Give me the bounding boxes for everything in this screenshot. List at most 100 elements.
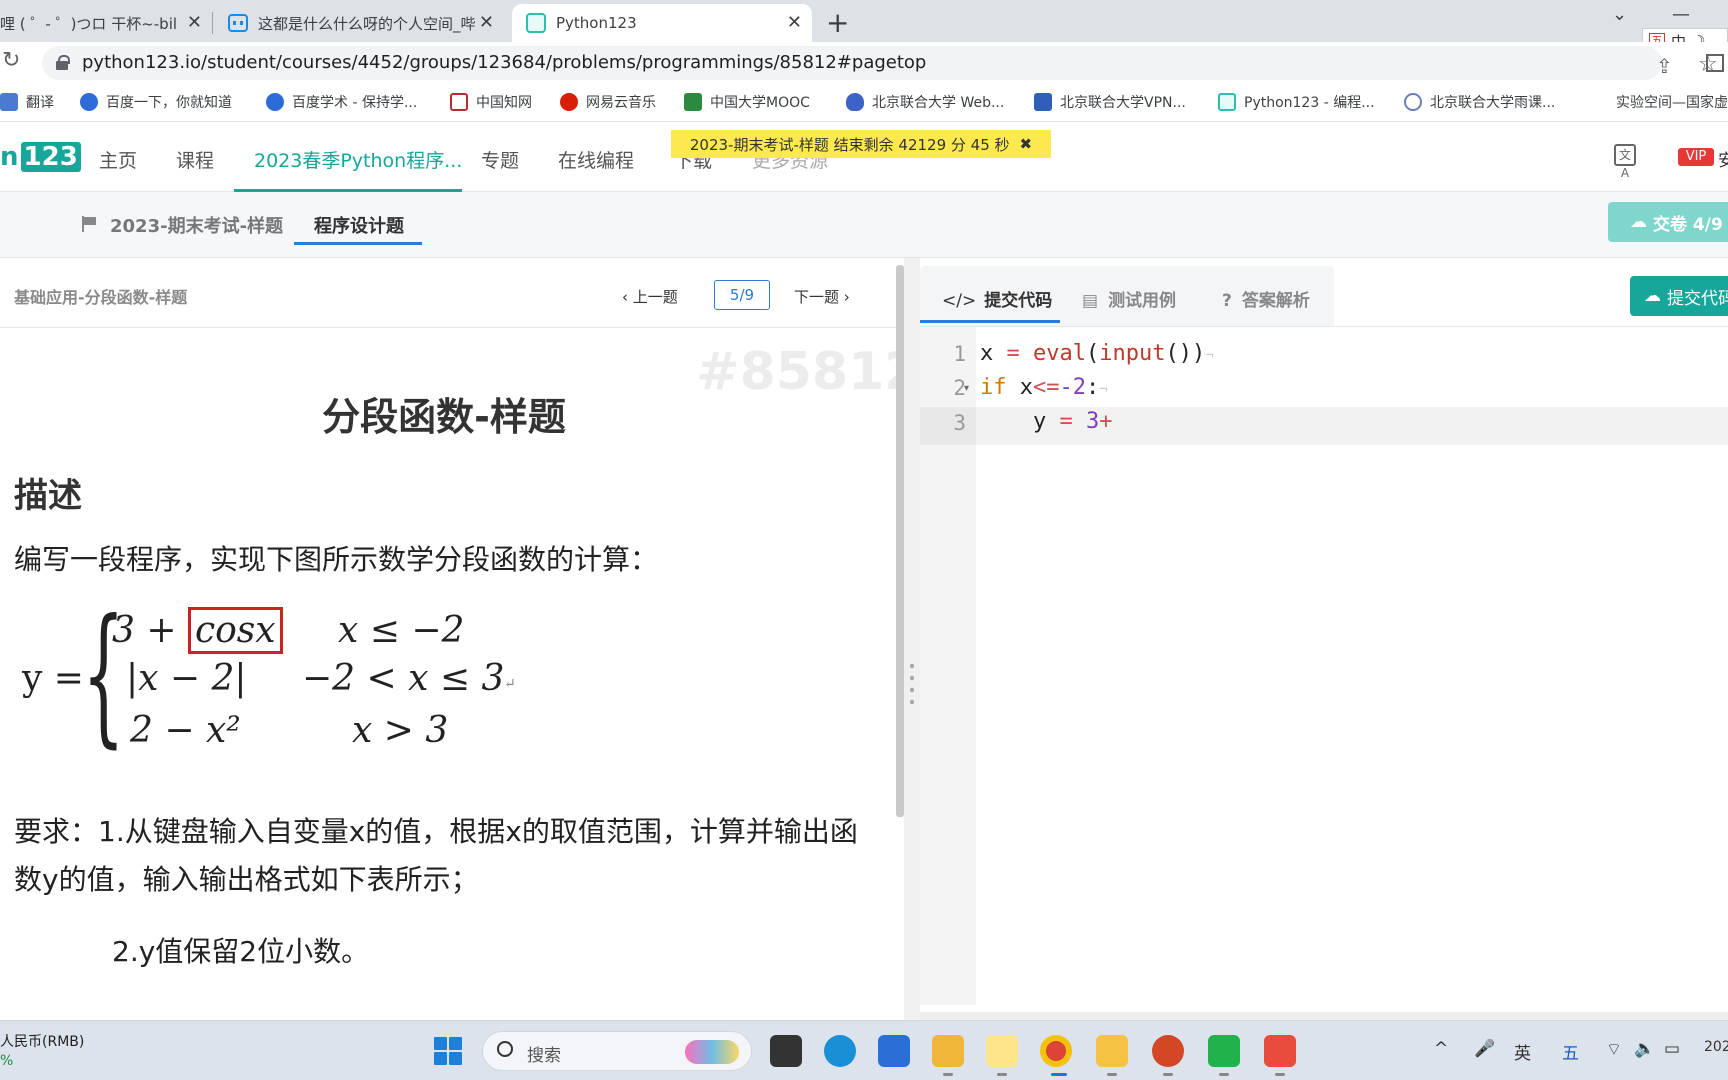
running-indicator: [1219, 1073, 1229, 1076]
tab-label: 答案解析: [1241, 291, 1310, 311]
windows-start-icon[interactable]: [434, 1037, 462, 1065]
submit-paper-button[interactable]: ☁ 交卷 4/9: [1608, 202, 1728, 242]
url-text[interactable]: python123.io/student/courses/4452/groups…: [82, 52, 926, 73]
bookmark-buu-web[interactable]: 北京联合大学 Web...: [846, 92, 1004, 112]
logo-box: 123: [20, 142, 81, 172]
bookmark-translate[interactable]: 翻译: [0, 92, 54, 112]
nav-online-coding[interactable]: 在线编程: [558, 146, 634, 173]
editor-horizontal-scrollbar[interactable]: [920, 1012, 1728, 1020]
tab-test-cases[interactable]: ▤ 测试用例: [1082, 286, 1176, 311]
wifi-icon[interactable]: ⌔: [1606, 1039, 1622, 1060]
submit-paper-label: 交卷 4/9: [1653, 214, 1723, 235]
bookmark-python123[interactable]: Python123 - 编程...: [1218, 92, 1375, 112]
side-panel-icon[interactable]: [1706, 54, 1724, 72]
nav-home[interactable]: 主页: [99, 146, 137, 173]
header-user-text[interactable]: 安: [1718, 146, 1728, 171]
edge-icon[interactable]: [824, 1035, 856, 1067]
tab-label: 测试用例: [1108, 291, 1177, 311]
vip-badge[interactable]: VIP: [1678, 148, 1714, 166]
reload-icon[interactable]: ↻: [2, 48, 20, 73]
bookmark-buu-rain[interactable]: 北京联合大学雨课...: [1404, 92, 1555, 112]
problem-page-indicator[interactable]: 5/9: [714, 280, 770, 310]
bookmark-mooc[interactable]: 中国大学MOOC: [684, 92, 810, 112]
baidu-paw-icon: [80, 93, 98, 111]
lock-icon[interactable]: [56, 55, 70, 70]
battery-icon[interactable]: ▭: [1664, 1039, 1680, 1059]
currency-widget[interactable]: 人民币(RMB): [0, 1031, 84, 1051]
code-editor[interactable]: 1 2 ▾ 3 x = eval(input())¬ if x<=-2:¬ y …: [920, 326, 1728, 1005]
python123-logo[interactable]: n 123: [0, 142, 81, 172]
close-icon[interactable]: ✖: [1020, 135, 1033, 153]
line-number: 1: [953, 342, 966, 366]
nav-current-course[interactable]: 2023春季Python程序...: [254, 146, 462, 173]
next-problem-button[interactable]: 下一题 ›: [794, 286, 850, 307]
panel-splitter[interactable]: [904, 258, 920, 1020]
ime-icon[interactable]: 五: [1562, 1039, 1579, 1064]
minimize-button[interactable]: —: [1672, 4, 1690, 25]
taskbar-search[interactable]: 搜索: [482, 1031, 752, 1071]
chrome-icon[interactable]: [1040, 1035, 1072, 1067]
tab-label: 提交代码: [984, 291, 1053, 311]
exam-countdown-text: 2023-期末考试-样题 结束剩余 42129 分 45 秒: [689, 135, 1010, 154]
tab-bilibili-1[interactable]: 哩 ( ゜- ゜)つロ 干杯~-bilil ✕: [0, 4, 212, 42]
address-bar[interactable]: python123.io/student/courses/4452/groups…: [42, 46, 1718, 80]
problem-scrollbar[interactable]: [896, 265, 904, 817]
bookmark-label: 北京联合大学雨课...: [1430, 95, 1556, 111]
powerpoint-icon[interactable]: [1152, 1035, 1184, 1067]
code-token: x: [980, 341, 994, 366]
volume-icon[interactable]: 🔈: [1634, 1039, 1655, 1059]
whitespace-mark: ¬: [1205, 348, 1214, 364]
close-icon[interactable]: ✕: [787, 12, 802, 33]
input-lang-indicator[interactable]: 英: [1514, 1039, 1531, 1064]
drag-handle-icon[interactable]: [910, 660, 914, 708]
tab-search-icon[interactable]: ⌄: [1612, 4, 1627, 25]
translate-icon[interactable]: 文A: [1614, 144, 1636, 180]
photos-icon[interactable]: [878, 1035, 910, 1067]
tab-answer-analysis[interactable]: ? 答案解析: [1222, 286, 1310, 311]
share-icon[interactable]: ⇪: [1656, 54, 1673, 78]
editor-panel: </> 提交代码 ▤ 测试用例 ? 答案解析 ☁ 提交代码 1 2 ▾ 3 x = e…: [920, 258, 1728, 1020]
running-indicator: [1163, 1073, 1173, 1076]
search-icon: [497, 1041, 513, 1057]
app-icon-green[interactable]: [1208, 1035, 1240, 1067]
fold-arrow-icon[interactable]: ▾: [964, 383, 969, 394]
tab-submit-code[interactable]: </> 提交代码: [942, 286, 1052, 311]
subtab-exam[interactable]: 2023-期末考试-样题: [110, 212, 283, 238]
code-line-2[interactable]: if x<=-2:¬: [980, 375, 1108, 400]
close-icon[interactable]: ✕: [479, 12, 494, 33]
bookmark-baidu-scholar[interactable]: 百度学术 - 保持学...: [266, 92, 417, 112]
code-line-1[interactable]: x = eval(input())¬: [980, 341, 1214, 366]
file-explorer-icon[interactable]: [1096, 1035, 1128, 1067]
tray-overflow-icon[interactable]: ^: [1434, 1039, 1448, 1059]
nav-topics[interactable]: 专题: [481, 146, 519, 173]
bookmark-baidu[interactable]: 百度一下，你就知道: [80, 92, 232, 112]
chevron-left-icon: ‹: [622, 288, 633, 306]
windows-taskbar: 人民币(RMB) % 搜索 ^ 🎤 英 五 ⌔ 🔈 ▭ 202: [0, 1020, 1728, 1080]
python-icon[interactable]: [986, 1035, 1018, 1067]
bookmark-label: 百度学术 - 保持学...: [292, 95, 418, 111]
tab-python123[interactable]: Python123 ✕: [512, 4, 812, 42]
bookmark-label: 中国知网: [476, 95, 532, 111]
close-icon[interactable]: ✕: [187, 12, 202, 33]
app-icon-red[interactable]: [1264, 1035, 1296, 1067]
task-view-icon[interactable]: [770, 1035, 802, 1067]
code-token: 3: [1085, 409, 1100, 434]
app-icon[interactable]: [932, 1035, 964, 1067]
subtab-programming[interactable]: 程序设计题: [314, 212, 404, 238]
clock-year[interactable]: 202: [1704, 1039, 1728, 1055]
microphone-icon[interactable]: 🎤: [1474, 1039, 1495, 1059]
code-line-3[interactable]: y = 3+: [980, 409, 1113, 434]
python123-icon: [526, 13, 546, 33]
submit-code-label: 提交代码: [1667, 288, 1728, 309]
formula-lhs: y =: [22, 658, 84, 699]
new-tab-button[interactable]: +: [826, 6, 849, 39]
nav-courses[interactable]: 课程: [176, 146, 214, 173]
tab-bilibili-space[interactable]: 这都是什么什么呀的个人空间_哔 ✕: [214, 4, 504, 42]
submit-code-button[interactable]: ☁ 提交代码: [1630, 276, 1728, 316]
bookmark-virtual-lab[interactable]: 实验空间—国家虚: [1616, 92, 1728, 112]
prev-problem-button[interactable]: ‹ 上一题: [622, 286, 678, 307]
bookmark-netease-music[interactable]: 网易云音乐: [560, 92, 656, 112]
bookmark-cnki[interactable]: 中国知网: [450, 92, 532, 112]
bookmark-buu-vpn[interactable]: 北京联合大学VPN...: [1034, 92, 1186, 112]
bookmarks-bar: 翻译 百度一下，你就知道 百度学术 - 保持学... 中国知网 网易云音乐 中国…: [0, 82, 1728, 122]
